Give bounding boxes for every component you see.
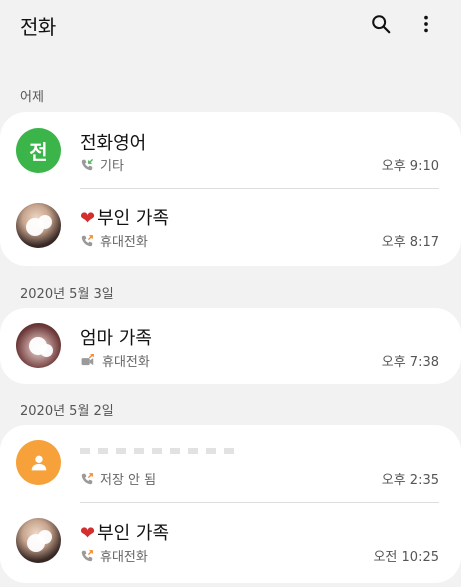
privacy-blur <box>38 215 52 229</box>
outgoing-video-call-icon <box>81 353 94 365</box>
contact-name: 전화영어 <box>80 133 147 154</box>
avatar <box>16 323 61 368</box>
call-type: 휴대전화 <box>100 550 148 565</box>
call-type: 기타 <box>100 159 124 174</box>
redacted-phone-number <box>80 442 240 460</box>
section-label-date: 2020년 5월 2일 <box>20 404 114 419</box>
search-button[interactable] <box>368 11 394 37</box>
call-subline: 휴대전화 <box>80 231 148 250</box>
avatar <box>16 440 61 485</box>
app-header: 전화 <box>0 0 461 50</box>
outgoing-call-icon <box>81 549 93 561</box>
call-log-item[interactable]: 저장 안 됨 오후 2:35 <box>0 425 461 502</box>
call-log-item[interactable]: ❤ 부인 가족 휴대전화 오전 10:25 <box>0 504 461 581</box>
call-subline: 휴대전화 <box>80 546 148 565</box>
section-label-date: 2020년 5월 3일 <box>20 287 114 302</box>
call-log-item[interactable]: 엄마 가족 휴대전화 오후 7:38 <box>0 308 461 384</box>
call-type: 휴대전화 <box>102 355 150 370</box>
call-subline: 저장 안 됨 <box>80 469 156 488</box>
default-contact-icon <box>31 455 46 470</box>
call-time: 오후 2:35 <box>381 473 439 488</box>
heart-icon: ❤ <box>80 208 96 229</box>
call-group-card: 엄마 가족 휴대전화 오후 7:38 <box>0 308 461 384</box>
privacy-blur <box>38 530 52 544</box>
contact-name: ❤ 부인 가족 <box>80 204 169 230</box>
privacy-blur <box>40 344 53 357</box>
call-log-item[interactable]: ❤ 부인 가족 휴대전화 오후 8:17 <box>0 189 461 266</box>
divider <box>80 502 439 503</box>
section-label-yesterday: 어제 <box>20 90 44 105</box>
avatar: 전 <box>16 128 61 173</box>
contact-name-text: 부인 가족 <box>97 523 170 544</box>
call-type: 휴대전화 <box>100 235 148 250</box>
call-group-card: 전 전화영어 기타 오후 9:10 ❤ 부인 가족 휴대전화 오후 8:17 <box>0 112 461 266</box>
contact-name: ❤ 부인 가족 <box>80 519 169 545</box>
incoming-call-icon <box>81 158 93 170</box>
heart-icon: ❤ <box>80 523 96 544</box>
call-subline: 기타 <box>80 155 124 174</box>
avatar <box>16 518 61 563</box>
more-options-button[interactable] <box>413 11 439 37</box>
avatar <box>16 203 61 248</box>
contact-name-text: 부인 가족 <box>97 208 170 229</box>
more-vertical-icon <box>424 15 428 33</box>
redaction-mask <box>80 448 240 454</box>
contact-name: 엄마 가족 <box>80 328 152 349</box>
outgoing-call-icon <box>81 234 93 246</box>
call-log-item[interactable]: 전 전화영어 기타 오후 9:10 <box>0 112 461 189</box>
search-icon <box>372 15 391 34</box>
call-subline: 휴대전화 <box>80 351 150 370</box>
call-type: 저장 안 됨 <box>100 473 157 488</box>
avatar-letter: 전 <box>29 140 48 164</box>
page-title: 전화 <box>20 15 56 39</box>
call-time: 오전 10:25 <box>373 550 439 565</box>
outgoing-call-icon <box>81 472 93 484</box>
call-time: 오후 7:38 <box>381 355 439 370</box>
call-time: 오후 8:17 <box>381 235 439 250</box>
phone-app: 전화 어제 전 전화영어 기타 오후 9:10 ❤ 부인 가족 휴대전화 오후 … <box>0 0 461 587</box>
call-group-card: 저장 안 됨 오후 2:35 ❤ 부인 가족 휴대전화 오전 10:25 <box>0 425 461 583</box>
call-time: 오후 9:10 <box>381 159 439 174</box>
